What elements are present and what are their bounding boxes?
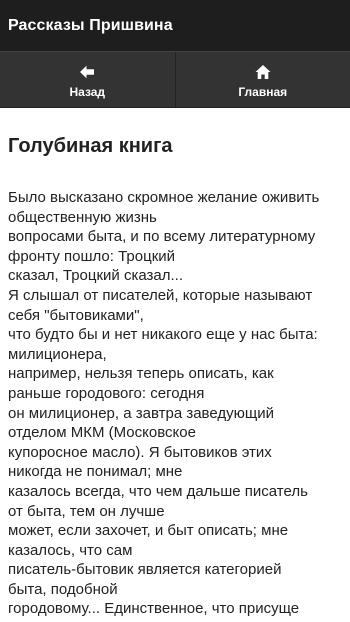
story-line: Было высказано скромное желание оживить bbox=[8, 189, 320, 206]
story-line: казалось всегда, что чем дальше писатель bbox=[8, 482, 308, 500]
arrow-left-icon bbox=[80, 65, 95, 79]
story-line: городовому... Единственное, что присуще bbox=[8, 600, 300, 618]
home-button[interactable]: Главная bbox=[174, 52, 350, 107]
story-line: может, если захочет, и быт описать; мне bbox=[8, 522, 289, 540]
back-button[interactable]: Назад bbox=[0, 52, 175, 107]
story-line: быта, подобной bbox=[8, 580, 118, 598]
story-line: милиционера, bbox=[8, 345, 107, 363]
story-line: отделом МКМ (Московское bbox=[8, 424, 196, 442]
story-line: вопросами быта, и по всему литературному bbox=[8, 228, 316, 246]
app-header: Рассказы Пришвина bbox=[0, 0, 350, 51]
story-line: казалось, что сам bbox=[8, 541, 133, 559]
story-line: он милиционер, а завтра заведующий bbox=[8, 404, 274, 422]
story-text: Было высказано скромное желание оживить … bbox=[8, 188, 342, 619]
story-line: от быта, тем он лучше bbox=[8, 502, 165, 520]
home-button-label: Главная bbox=[238, 85, 288, 99]
story-line: писатель-бытовик является категорией bbox=[8, 561, 282, 579]
nav-bar: Назад Главная bbox=[0, 51, 350, 108]
story-line: фронту пошло: Троцкий bbox=[8, 247, 176, 265]
story-line: Я слышал от писателей, которые называют bbox=[8, 286, 313, 304]
story-line: сказал, Троцкий сказал... bbox=[8, 267, 183, 285]
story-line: общественную жизнь bbox=[8, 208, 157, 226]
story-line: себя "бытовиками", bbox=[8, 306, 144, 324]
story-content[interactable]: Голубиная книга Было высказано скромное … bbox=[0, 108, 350, 622]
story-line: например, нельзя теперь описать, как bbox=[8, 365, 274, 383]
story-line: раньше городового: сегодня bbox=[8, 384, 205, 402]
story-line: что будто бы и нет никакого еще у нас бы… bbox=[8, 326, 318, 344]
app-title: Рассказы Пришвина bbox=[8, 16, 173, 34]
story-title: Голубиная книга bbox=[8, 135, 173, 157]
back-button-label: Назад bbox=[69, 85, 106, 99]
story-line: никогда не понимал; мне bbox=[8, 463, 183, 481]
story-line: купоросное масло). Я бытовиков этих bbox=[8, 443, 272, 461]
home-icon bbox=[255, 65, 271, 79]
